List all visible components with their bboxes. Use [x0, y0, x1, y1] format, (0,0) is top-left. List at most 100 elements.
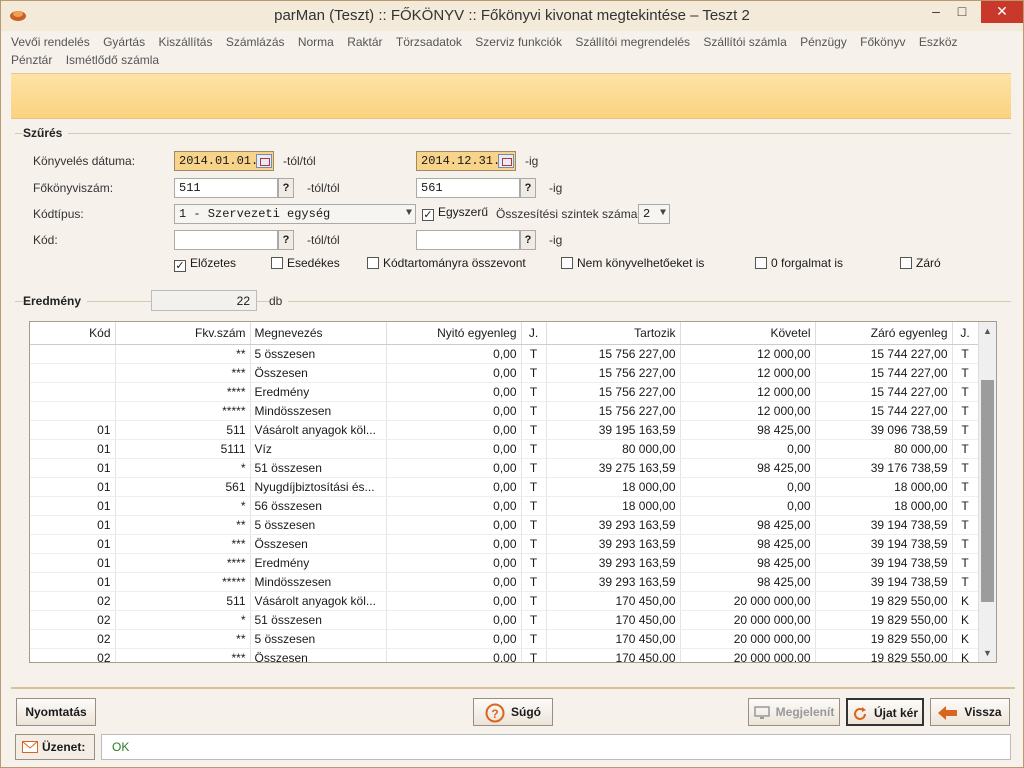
- table-row[interactable]: 01 ***** Mindösszesen 0,00 T 39 293 163,59 98 …: [30, 572, 979, 592]
- table-row[interactable]: 01 *** Összesen 0,00 T 39 293 163,59 98 425,00…: [30, 534, 979, 554]
- cell-j1: T: [521, 515, 547, 535]
- print-button[interactable]: Nyomtatás: [16, 698, 96, 726]
- col-header-tartozik[interactable]: Tartozik: [546, 322, 681, 345]
- table-row[interactable]: ***** Mindösszesen 0,00 T 15 756 227,00 12 00…: [30, 401, 979, 421]
- table-row[interactable]: 02 ** 5 összesen 0,00 T 170 450,00 20 000 000,…: [30, 629, 979, 649]
- cell-j1: T: [521, 629, 547, 649]
- col-header-fkv-szam[interactable]: Fkv.szám: [115, 322, 251, 345]
- cell-tartozik: 39 293 163,59: [546, 572, 681, 592]
- col-header-j1[interactable]: J.: [521, 322, 547, 345]
- table-row[interactable]: 02 * 51 összesen 0,00 T 170 450,00 20 000 000,…: [30, 610, 979, 630]
- calendar-icon[interactable]: [256, 154, 272, 168]
- menu-item-penztar[interactable]: Pénztár: [11, 51, 52, 69]
- levels-label: Összesítési szintek száma:: [496, 207, 641, 221]
- zaro-checkbox[interactable]: Záró: [900, 256, 941, 272]
- cell-tartozik: 170 450,00: [546, 591, 681, 611]
- elozetes-checkbox[interactable]: ✓ Előzetes: [174, 256, 236, 272]
- menu-item-szerviz-funkciok[interactable]: Szerviz funkciók: [475, 33, 562, 51]
- scroll-up-icon[interactable]: ▲: [979, 322, 996, 340]
- calendar-icon[interactable]: [498, 154, 514, 168]
- menu-item-torzsadatok[interactable]: Törzsadatok: [396, 33, 462, 51]
- table-row[interactable]: 01 561 Nyugdíjbiztosítási és... 0,00 T 18 00…: [30, 477, 979, 497]
- col-header-megnevezes[interactable]: Megnevezés: [250, 322, 387, 345]
- code-to-lookup-button[interactable]: ?: [520, 230, 536, 250]
- col-header-kod[interactable]: Kód: [30, 322, 116, 345]
- code-from-field[interactable]: [174, 230, 278, 250]
- table-row[interactable]: 01 511 Vásárolt anyagok köl... 0,00 T 39 195 …: [30, 420, 979, 440]
- menu-item-ismetlodo-szamla[interactable]: Ismétlődő számla: [66, 51, 159, 69]
- table-row[interactable]: 01 **** Eredmény 0,00 T 39 293 163,59 98 425,0…: [30, 553, 979, 573]
- esedekes-checkbox[interactable]: Esedékes: [271, 256, 340, 272]
- nem-konyvelheto-checkbox[interactable]: Nem könyvelhetőeket is: [561, 256, 704, 272]
- menu-item-szallitoi-szamla[interactable]: Szállítói számla: [703, 33, 786, 51]
- checkbox-checked-icon: ✓: [422, 209, 434, 221]
- account-from-lookup-button[interactable]: ?: [278, 178, 294, 198]
- code-to-field[interactable]: [416, 230, 520, 250]
- code-from-suffix: -tól/tól: [307, 233, 340, 247]
- levels-select[interactable]: 2 ▼: [638, 204, 670, 224]
- col-header-j2[interactable]: J.: [952, 322, 979, 345]
- minimize-button[interactable]: –: [923, 1, 949, 23]
- back-button[interactable]: Vissza: [930, 698, 1010, 726]
- app-window: parMan (Teszt) :: FŐKÖNYV :: Főkönyvi ki…: [0, 0, 1024, 768]
- account-to-lookup-button[interactable]: ?: [520, 178, 536, 198]
- cell-nyito-egyenleg: 0,00: [386, 534, 522, 554]
- cell-j1: T: [521, 477, 547, 497]
- vertical-scrollbar[interactable]: ▲ ▼: [978, 322, 996, 662]
- cell-nyito-egyenleg: 0,00: [386, 648, 522, 662]
- message-button[interactable]: Üzenet:: [15, 734, 95, 760]
- new-request-button[interactable]: Újat kér: [846, 698, 924, 726]
- menu-item-eszkoz[interactable]: Eszköz: [919, 33, 958, 51]
- cell-fkv-szam: 561: [115, 477, 251, 497]
- bottom-separator: [11, 687, 1015, 689]
- scroll-down-icon[interactable]: ▼: [979, 644, 996, 662]
- table-row[interactable]: **** Eredmény 0,00 T 15 756 227,00 12 000,00 1…: [30, 382, 979, 402]
- display-label: Megjelenít: [775, 705, 835, 719]
- account-from-field[interactable]: 511: [174, 178, 278, 198]
- kodtartomany-checkbox[interactable]: Kódtartományra összevont: [367, 256, 526, 272]
- menu-item-kiszallitas[interactable]: Kiszállítás: [158, 33, 212, 51]
- menu-item-fokonyv[interactable]: Főkönyv: [860, 33, 905, 51]
- cell-kod: 01: [30, 458, 116, 478]
- table-row[interactable]: ** 5 összesen 0,00 T 15 756 227,00 12 000,00 1…: [30, 344, 979, 364]
- table-row[interactable]: *** Összesen 0,00 T 15 756 227,00 12 000,00 15…: [30, 363, 979, 383]
- cell-nyito-egyenleg: 0,00: [386, 458, 522, 478]
- cell-j1: T: [521, 344, 547, 364]
- cell-kovetel: 98 425,00: [680, 420, 816, 440]
- codetype-select[interactable]: 1 - Szervezeti egység ▼: [174, 204, 416, 224]
- cell-j2: T: [952, 439, 979, 459]
- help-icon: ?: [485, 703, 505, 723]
- zero-forgalom-checkbox[interactable]: 0 forgalmat is: [755, 256, 843, 272]
- table-row[interactable]: 02 511 Vásárolt anyagok köl... 0,00 T 170 450…: [30, 591, 979, 611]
- col-header-kovetel[interactable]: Követel: [680, 322, 816, 345]
- help-button[interactable]: ? Súgó: [473, 698, 553, 726]
- menu-item-penzugy[interactable]: Pénzügy: [800, 33, 847, 51]
- menu-item-szallitoi-megrendeles[interactable]: Szállítói megrendelés: [575, 33, 690, 51]
- menu-item-vevoi-rendeles[interactable]: Vevői rendelés: [11, 33, 90, 51]
- menu-item-norma[interactable]: Norma: [298, 33, 334, 51]
- codetype-value: 1 - Szervezeti egység: [179, 207, 331, 221]
- cell-j2: T: [952, 534, 979, 554]
- menu-item-gyartas[interactable]: Gyártás: [103, 33, 145, 51]
- table-row[interactable]: 02 *** Összesen 0,00 T 170 450,00 20 000 000,0…: [30, 648, 979, 662]
- new-request-label: Újat kér: [873, 706, 919, 720]
- table-row[interactable]: 01 5111 Víz 0,00 T 80 000,00 0,00 80 000,00 T: [30, 439, 979, 459]
- scrollbar-thumb[interactable]: [981, 380, 994, 602]
- close-button[interactable]: ✕: [981, 1, 1023, 23]
- display-button[interactable]: Megjelenít: [748, 698, 840, 726]
- table-row[interactable]: 01 * 56 összesen 0,00 T 18 000,00 0,00 18 000,0…: [30, 496, 979, 516]
- code-from-lookup-button[interactable]: ?: [278, 230, 294, 250]
- col-header-nyito-egyenleg[interactable]: Nyitó egyenleg: [386, 322, 522, 345]
- col-header-zaro-egyenleg[interactable]: Záró egyenleg: [815, 322, 953, 345]
- cell-kovetel: 98 425,00: [680, 572, 816, 592]
- menu-item-szamlazas[interactable]: Számlázás: [226, 33, 285, 51]
- cell-j1: T: [521, 496, 547, 516]
- table-row[interactable]: 01 ** 5 összesen 0,00 T 39 293 163,59 98 425,0…: [30, 515, 979, 535]
- menu-item-raktar[interactable]: Raktár: [347, 33, 382, 51]
- account-to-field[interactable]: 561: [416, 178, 520, 198]
- cell-nyito-egyenleg: 0,00: [386, 515, 522, 535]
- cell-tartozik: 15 756 227,00: [546, 401, 681, 421]
- table-row[interactable]: 01 * 51 összesen 0,00 T 39 275 163,59 98 425,0…: [30, 458, 979, 478]
- maximize-button[interactable]: □: [949, 1, 975, 23]
- simple-checkbox[interactable]: ✓ Egyszerű: [422, 205, 488, 221]
